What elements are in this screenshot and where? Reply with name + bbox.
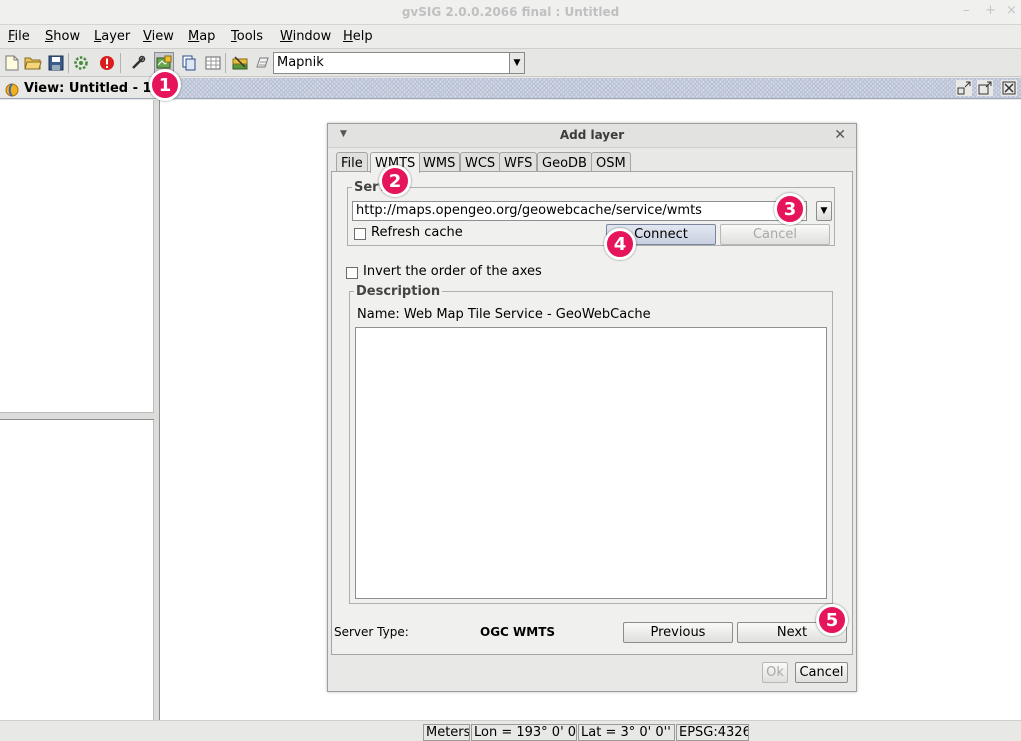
tile-provider-combo[interactable]: Mapnik ▼ xyxy=(273,52,525,74)
menu-window[interactable]: Window xyxy=(280,29,331,44)
refresh-cache-checkbox[interactable] xyxy=(354,228,366,240)
tab-osm[interactable]: OSM xyxy=(591,152,631,172)
locator-map[interactable] xyxy=(0,420,154,720)
description-name: Name: Web Map Tile Service - GeoWebCache xyxy=(357,307,651,322)
annotation-badge-3: 3 xyxy=(774,193,806,225)
layer-properties-icon[interactable] xyxy=(230,52,250,73)
description-group-label: Description xyxy=(356,284,441,299)
restore-view-icon[interactable] xyxy=(956,80,972,96)
print-layout-icon[interactable] xyxy=(253,52,273,73)
wmts-tab-panel: Server http://maps.opengeo.org/geowebcac… xyxy=(331,171,853,655)
dialog-titlebar: ▼ Add layer ✕ xyxy=(328,124,856,148)
maximize-button[interactable]: + xyxy=(985,3,996,18)
description-text-area[interactable] xyxy=(355,327,827,599)
annotation-badge-2: 2 xyxy=(379,165,411,197)
menu-show[interactable]: Show xyxy=(45,29,80,44)
server-type-value: OGC WMTS xyxy=(480,625,556,639)
tools-icon[interactable] xyxy=(128,52,148,73)
tab-wcs[interactable]: WCS xyxy=(460,152,501,172)
annotation-badge-5: 5 xyxy=(816,604,848,636)
menu-view[interactable]: View xyxy=(143,29,174,44)
menu-map[interactable]: Map xyxy=(188,29,215,44)
minimize-button[interactable]: – xyxy=(963,3,970,18)
menu-layer[interactable]: Layer xyxy=(94,29,130,44)
preferences-gear-icon[interactable] xyxy=(71,52,91,73)
menu-tools[interactable]: Tools xyxy=(231,29,263,44)
view-title: View: Untitled - 1 xyxy=(0,78,158,98)
dialog-close-icon[interactable]: ✕ xyxy=(834,127,846,143)
toc-locator-splitter[interactable] xyxy=(0,412,154,420)
previous-button[interactable]: Previous xyxy=(623,622,733,643)
maximize-view-icon[interactable] xyxy=(977,80,993,96)
tile-provider-value: Mapnik xyxy=(277,55,324,70)
tab-wfs[interactable]: WFS xyxy=(499,152,538,172)
view-title-text: View: Untitled - 1 xyxy=(24,81,152,96)
status-longitude: Lon = 193° 0' 0'' xyxy=(471,724,577,741)
new-project-icon[interactable] xyxy=(2,52,22,73)
server-url-dropdown-icon[interactable]: ▼ xyxy=(816,201,832,221)
tab-wms[interactable]: WMS xyxy=(418,152,461,172)
status-bar: Meters Lon = 193° 0' 0'' Lat = 3° 0' 0''… xyxy=(0,720,1021,741)
menu-bar: File Show Layer View Map Tools Window He… xyxy=(0,25,1021,49)
table-of-contents[interactable] xyxy=(0,100,154,412)
tab-file[interactable]: File xyxy=(336,152,368,172)
window-title: gvSIG 2.0.0.2066 final : Untitled xyxy=(401,5,620,19)
status-latitude: Lat = 3° 0' 0'' xyxy=(578,724,675,741)
copy-view-icon[interactable] xyxy=(179,52,199,73)
menu-file[interactable]: File xyxy=(8,29,30,44)
chevron-down-icon[interactable]: ▼ xyxy=(509,53,524,73)
ok-button[interactable]: Ok xyxy=(762,662,788,683)
refresh-cache-label: Refresh cache xyxy=(371,225,463,240)
invert-axes-checkbox[interactable] xyxy=(346,267,358,279)
annotation-badge-4: 4 xyxy=(604,228,636,260)
cancel-button[interactable]: Cancel xyxy=(795,662,848,683)
save-project-icon[interactable] xyxy=(46,52,66,73)
server-url-field[interactable]: http://maps.opengeo.org/geowebcache/serv… xyxy=(352,201,807,221)
server-type-label: Server Type: xyxy=(334,625,409,639)
annotation-badge-1: 1 xyxy=(149,69,181,101)
errors-icon[interactable] xyxy=(97,52,117,73)
dialog-title: Add layer xyxy=(559,128,625,142)
close-window-button[interactable]: × xyxy=(1006,3,1017,18)
status-units: Meters xyxy=(423,724,470,741)
tab-geodb[interactable]: GeoDB xyxy=(537,152,592,172)
view-globe-icon xyxy=(5,82,19,97)
status-crs: EPSG:4326 xyxy=(676,724,749,741)
cancel-connect-button[interactable]: Cancel xyxy=(720,224,830,245)
menu-help[interactable]: Help xyxy=(343,29,373,44)
close-view-icon[interactable] xyxy=(1001,80,1017,96)
window-titlebar: gvSIG 2.0.0.2066 final : Untitled – + × xyxy=(0,0,1021,25)
invert-axes-label: Invert the order of the axes xyxy=(363,264,542,279)
open-project-icon[interactable] xyxy=(23,52,43,73)
table-icon[interactable] xyxy=(203,52,223,73)
